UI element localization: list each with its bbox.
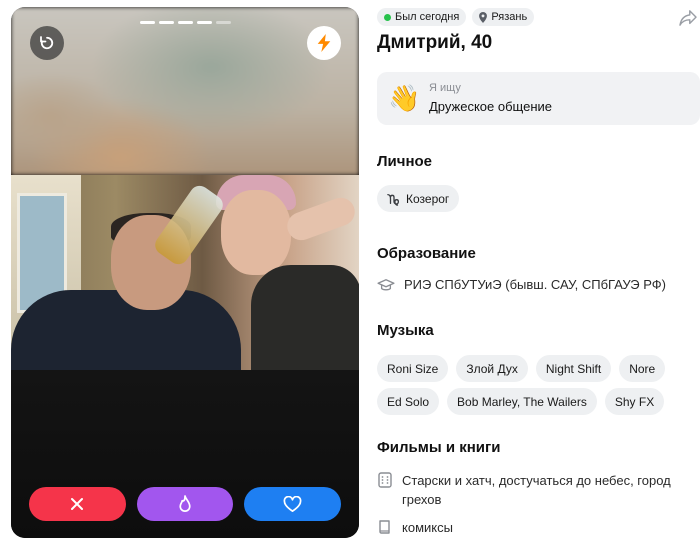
movies-books-section-title: Фильмы и книги <box>377 439 501 456</box>
music-tag: Злой Дух <box>456 355 528 382</box>
share-button[interactable] <box>679 10 697 28</box>
music-tags-row: Ed Solo Bob Marley, The Wailers Shy FX <box>377 388 665 415</box>
music-section-title: Музыка <box>377 322 434 339</box>
film-icon <box>378 472 392 488</box>
location-pin-icon <box>479 11 488 23</box>
share-icon <box>679 10 697 26</box>
education-value: РИЭ СПбУТУиЭ (бывш. САУ, СПбГАУЭ РФ) <box>404 277 666 292</box>
zodiac-pill: Козерог <box>377 185 460 212</box>
looking-for-value: Дружеское общение <box>429 99 552 114</box>
looking-for-card: 👋 Я ищу Дружеское общение <box>377 72 700 125</box>
waving-hand-icon: 👋 <box>388 83 421 113</box>
flame-icon <box>179 494 191 512</box>
music-tag: Nore <box>619 355 666 382</box>
photo-progress-segment[interactable] <box>140 21 155 24</box>
online-dot-icon <box>384 13 391 21</box>
books-value: комиксы <box>402 520 453 535</box>
music-tags-row: Roni Size Злой Дух Night Shift Nore <box>377 355 666 382</box>
music-tag: Shy FX <box>604 388 665 415</box>
movies-item: Старски и хатч, достучаться до небес, го… <box>377 471 695 509</box>
education-section-title: Образование <box>377 245 476 262</box>
movies-value: Старски и хатч, достучаться до небес, го… <box>402 473 671 507</box>
looking-for-label: Я ищу <box>429 82 461 94</box>
like-button[interactable] <box>244 487 342 521</box>
music-tag: Ed Solo <box>377 388 440 415</box>
photo-progress-segment[interactable] <box>197 21 212 24</box>
city-badge: Рязань <box>472 8 535 26</box>
boost-button[interactable] <box>307 26 341 60</box>
profile-name-age: Дмитрий, 40 <box>377 32 493 53</box>
music-tag: Roni Size <box>377 355 449 382</box>
photo-progress-segment[interactable] <box>159 21 174 24</box>
profile-photo-card[interactable] <box>11 7 359 538</box>
profile-photo <box>11 175 359 370</box>
education-item: РИЭ СПбУТУиЭ (бывш. САУ, СПбГАУЭ РФ) <box>377 277 666 292</box>
photo-progress-indicator <box>140 21 231 24</box>
lightning-icon <box>317 34 331 52</box>
capricorn-icon <box>387 193 400 206</box>
undo-icon <box>40 36 54 50</box>
photo-progress-segment[interactable] <box>178 21 193 24</box>
super-like-button[interactable] <box>136 487 234 521</box>
book-icon <box>379 520 390 534</box>
close-icon <box>71 498 84 510</box>
online-status-badge: Был сегодня <box>377 8 467 26</box>
books-item: комиксы <box>377 518 453 537</box>
photo-progress-segment[interactable] <box>216 21 231 24</box>
music-tag: Night Shift <box>535 355 612 382</box>
status-chips: Был сегодня Рязань <box>377 8 535 26</box>
music-tag: Bob Marley, The Wailers <box>447 388 597 415</box>
personal-section-title: Личное <box>377 153 433 170</box>
undo-button[interactable] <box>30 26 64 60</box>
swipe-action-bar <box>29 487 342 521</box>
zodiac-label: Козерог <box>406 191 450 206</box>
graduation-cap-icon <box>377 278 395 290</box>
profile-info-panel: Был сегодня Рязань Дмитрий, 40 👋 Я ищу Д… <box>377 0 700 542</box>
online-status-label: Был сегодня <box>395 11 460 23</box>
photo-blurred-background-top <box>11 7 359 175</box>
heart-icon <box>283 495 302 512</box>
dislike-button[interactable] <box>29 487 126 521</box>
city-label: Рязань <box>491 11 528 23</box>
